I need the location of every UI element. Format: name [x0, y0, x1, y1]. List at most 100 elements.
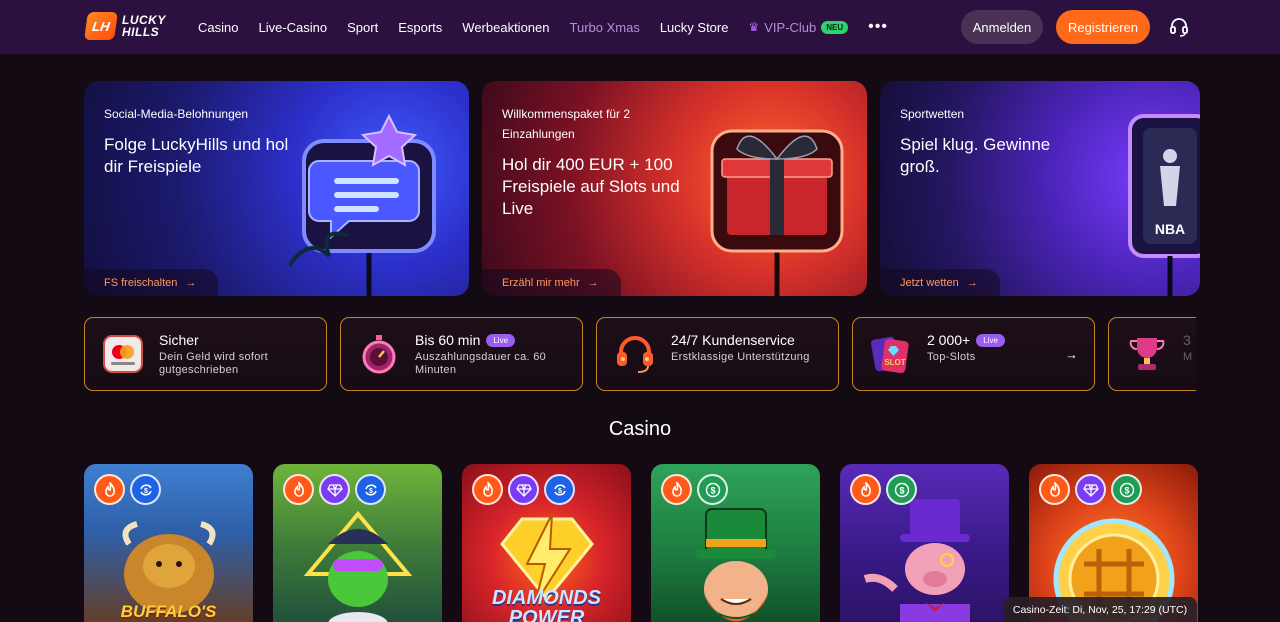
game-tile-leprechaun[interactable]: $ [651, 464, 820, 622]
feature-secure: Sicher Dein Geld wird sofort gutgeschrie… [84, 317, 327, 391]
feature-desc: Erstklassige Unterstützung [671, 351, 810, 363]
banner-subtitle: Sportwetten [900, 107, 965, 121]
game-badges: $ [94, 474, 161, 505]
arrow-right-icon: → [966, 276, 978, 289]
new-badge: NEU [821, 20, 849, 34]
svg-text:$: $ [899, 485, 904, 495]
feature-tournaments: 3 M [1108, 317, 1196, 391]
stopwatch-icon [362, 335, 396, 374]
refresh-icon: $ [130, 474, 161, 505]
arrow-right-icon: → [185, 276, 197, 289]
feature-top-slots[interactable]: SLOT 2 000+ Live Top-Slots → [852, 317, 1095, 391]
feature-title-text: 24/7 Kundenservice [671, 332, 795, 348]
main-nav: Casino Live-Casino Sport Esports Werbeak… [198, 0, 888, 54]
svg-text:$: $ [369, 488, 373, 495]
logo-line2: HILLS [122, 25, 160, 39]
fire-icon [472, 474, 503, 505]
nba-sign-icon: NBA [1128, 114, 1200, 296]
fire-icon [283, 474, 314, 505]
feature-title: 3 [1183, 332, 1191, 348]
game-tile-buffalos[interactable]: $ BUFFALO'S [84, 464, 253, 622]
banner-title: Spiel klug. Gewinne groß. [900, 135, 1051, 176]
frog-art [303, 510, 413, 622]
feature-desc: M [1183, 351, 1193, 363]
fire-icon [850, 474, 881, 505]
fire-icon [1039, 474, 1070, 505]
feature-payout-time: Bis 60 min Live Auszahlungsdauer ca. 60 … [340, 317, 583, 391]
feature-desc: Dein Geld wird sofort gutgeschrieben [159, 351, 269, 376]
login-button[interactable]: Anmelden [961, 10, 1043, 44]
banner-cta-label: FS freischalten [104, 276, 178, 289]
svg-text:NBA: NBA [1155, 221, 1185, 237]
game-badges: $ [661, 474, 728, 505]
trophy-icon [1129, 338, 1165, 370]
nav-turbo-xmas[interactable]: Turbo Xmas [570, 20, 640, 35]
svg-text:$: $ [1124, 485, 1129, 495]
refresh-icon: $ [544, 474, 575, 505]
diamond-icon [319, 474, 350, 505]
game-title: DIAMONDS POWER [492, 587, 601, 622]
banner-social-media[interactable]: Social-Media-Belohnungen Folge LuckyHill… [84, 81, 469, 296]
nav-vip-club[interactable]: ♛ VIP-Club NEU [748, 19, 849, 35]
svg-text:SLOT: SLOT [884, 358, 905, 367]
fire-icon [94, 474, 125, 505]
banner-subtitle: Willkommenspaket für 2 Einzahlungen [502, 107, 631, 141]
live-badge: Live [976, 333, 1005, 347]
banner-sports-betting[interactable]: NBA Sportwetten Spiel klug. Gewinne groß… [880, 81, 1200, 296]
feature-desc: Auszahlungsdauer ca. 60 Minuten [415, 351, 547, 376]
nav-sport[interactable]: Sport [347, 20, 378, 35]
diamond-icon [508, 474, 539, 505]
more-menu-icon[interactable]: ••• [868, 18, 888, 36]
game-badges: $ [472, 474, 575, 505]
headset-icon [617, 336, 653, 373]
banner-title: Folge LuckyHills und hol dir Freispiele [104, 135, 289, 176]
nav-promotions[interactable]: Werbeaktionen [462, 20, 549, 35]
leprechaun-art [696, 508, 776, 622]
casino-time-badge: Casino-Zeit: Di, Nov, 25, 17:29 (UTC) [1003, 597, 1197, 622]
nav-vip-label: VIP-Club [764, 19, 817, 35]
dollar-icon: $ [697, 474, 728, 505]
nav-lucky-store[interactable]: Lucky Store [660, 20, 729, 35]
arrow-right-icon[interactable]: → [1065, 347, 1078, 362]
live-badge: Live [486, 333, 516, 347]
feature-title: Bis 60 min Live [415, 332, 516, 348]
game-title: BUFFALO'S [120, 602, 217, 621]
diamond-icon [1075, 474, 1106, 505]
banner-cta-bet-now[interactable]: Jetzt wetten → [880, 269, 1000, 296]
arrow-right-icon: → [587, 276, 599, 289]
slot-cards-icon: SLOT [871, 336, 909, 373]
feature-title: 2 000+ Live [927, 332, 1005, 348]
mastercard-icon [103, 335, 143, 373]
game-badges: $ [850, 474, 917, 505]
top-header: LH LUCKY HILLS Casino Live-Casino Sport … [0, 0, 1280, 54]
headset-support-icon[interactable] [1169, 17, 1189, 37]
nav-casino[interactable]: Casino [198, 20, 238, 35]
lucky-hills-logo[interactable]: LH LUCKY HILLS [84, 12, 166, 40]
banner-welcome-package[interactable]: Willkommenspaket für 2 Einzahlungen Hol … [482, 81, 867, 296]
register-button[interactable]: Registrieren [1056, 10, 1150, 44]
svg-text:$: $ [710, 485, 715, 495]
banner-cta-label: Jetzt wetten [900, 276, 959, 289]
nav-live-casino[interactable]: Live-Casino [258, 20, 327, 35]
banner-cta-learn-more[interactable]: Erzähl mir mehr → [482, 269, 621, 296]
game-tile-pig[interactable]: $ [840, 464, 1009, 622]
game-tile-frog[interactable]: $ [273, 464, 442, 622]
game-tile-diamonds-power[interactable]: $ DIAMONDS POWER [462, 464, 631, 622]
banner-cta-free-spins[interactable]: FS freischalten → [84, 269, 219, 296]
dollar-icon: $ [886, 474, 917, 505]
pig-art [863, 499, 970, 622]
banner-subtitle: Social-Media-Belohnungen [104, 107, 249, 121]
banner-title: Hol dir 400 EUR + 100 Freispiele auf Slo… [502, 155, 680, 218]
feature-title-text: 3 [1183, 332, 1191, 348]
feature-title-text: Bis 60 min [415, 332, 481, 348]
game-badges: $ [283, 474, 386, 505]
game-badges: $ [1039, 474, 1142, 505]
nav-esports[interactable]: Esports [398, 20, 442, 35]
feature-support: 24/7 Kundenservice Erstklassige Unterstü… [596, 317, 839, 391]
feature-title: Sicher [159, 332, 199, 348]
feature-title-text: Sicher [159, 332, 199, 348]
buffalo-art [122, 521, 216, 614]
casino-section-title: Casino [608, 418, 672, 440]
gift-box-icon [710, 129, 844, 296]
dollar-icon: $ [1111, 474, 1142, 505]
